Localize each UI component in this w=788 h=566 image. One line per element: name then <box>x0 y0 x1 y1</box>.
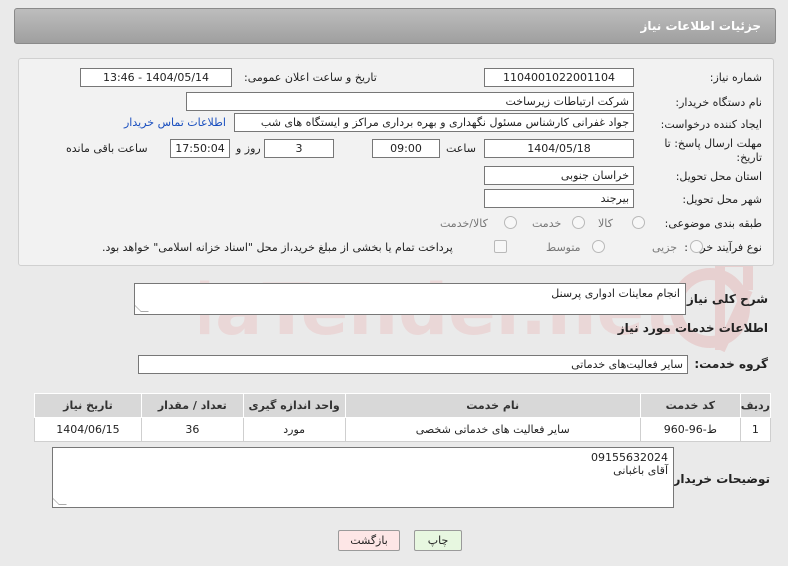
city-field: بیرجند <box>484 189 634 208</box>
days-field: 3 <box>264 139 334 158</box>
col-quantity: تعداد / مقدار <box>140 393 244 418</box>
deadline-time-field: 09:00 <box>372 139 440 158</box>
remaining-label: ساعت باقی مانده <box>66 142 148 155</box>
cell-service-code: ط-96-960 <box>639 417 741 442</box>
buyer-contact-link[interactable]: اطلاعات تماس خریدار <box>124 116 226 129</box>
process-radio-minor[interactable] <box>690 240 703 253</box>
details-panel <box>18 58 774 266</box>
summary-label: شرح کلی نیاز: <box>682 292 768 306</box>
category-label: طبقه بندی موضوعی: <box>664 217 762 230</box>
category-radio-goods-service[interactable] <box>504 216 517 229</box>
print-button[interactable]: چاپ <box>414 530 462 551</box>
category-option-goods: کالا <box>598 217 613 230</box>
service-group-label: گروه خدمت: <box>694 357 768 371</box>
resize-grip-icon <box>53 497 67 505</box>
col-service-name: نام خدمت <box>344 393 641 418</box>
summary-value: انجام معاینات ادواری پرسنل <box>551 287 680 300</box>
announce-field: 1404/05/14 - 13:46 <box>80 68 232 87</box>
province-label: استان محل تحویل: <box>675 170 762 183</box>
deadline-date-field: 1404/05/18 <box>484 139 634 158</box>
cell-need-date: 1404/06/15 <box>34 417 142 442</box>
time-label: ساعت <box>446 142 476 155</box>
creator-field: جواد غفرانی کارشناس مسئول نگهداری و بهره… <box>234 113 634 132</box>
buyer-org-field: شرکت ارتباطات زیرساخت <box>186 92 634 111</box>
days-label: روز و <box>236 142 261 155</box>
payment-note: پرداخت تمام یا بخشی از مبلغ خرید،از محل … <box>102 241 453 254</box>
buyer-notes-line-1: 09155632024 <box>591 451 668 464</box>
table-header-row: ردیف کد خدمت نام خدمت واحد اندازه گیری ت… <box>34 393 772 418</box>
process-option-minor: جزیی <box>652 241 678 254</box>
col-service-code: کد خدمت <box>639 393 741 418</box>
deadline-label-date: تاریخ: <box>736 151 762 164</box>
category-radio-goods[interactable] <box>632 216 645 229</box>
back-button[interactable]: بازگشت <box>338 530 400 551</box>
remaining-time-field: 17:50:04 <box>170 139 230 158</box>
buyer-notes-line-2: آقای باغبانی <box>613 464 668 477</box>
page-title: جزئیات اطلاعات نیاز <box>640 19 761 33</box>
need-number-field: 1104001022001104 <box>484 68 634 87</box>
city-label: شهر محل تحویل: <box>682 193 762 206</box>
resize-grip-icon <box>135 304 149 312</box>
cell-quantity: 36 <box>140 417 244 442</box>
buyer-notes-textarea: 09155632024 آقای باغبانی <box>52 447 674 508</box>
summary-textarea: انجام معاینات ادواری پرسنل <box>134 283 686 315</box>
announce-label: تاریخ و ساعت اعلان عمومی: <box>244 71 377 84</box>
province-field: خراسان جنوبی <box>484 166 634 185</box>
category-radio-service[interactable] <box>572 216 585 229</box>
service-group-field: سایر فعالیت‌های خدماتی <box>138 355 688 374</box>
treasury-checkbox[interactable] <box>494 240 507 253</box>
buyer-notes-label: توضیحات خریدار: <box>668 472 770 486</box>
table-row: 1 ط-96-960 سایر فعالیت های خدماتی شخصی م… <box>34 417 772 442</box>
cell-row: 1 <box>739 417 772 442</box>
cell-unit: مورد <box>242 417 346 442</box>
process-option-medium: متوسط <box>546 241 581 254</box>
need-number-label: شماره نیاز: <box>709 71 762 84</box>
col-unit: واحد اندازه گیری <box>242 393 346 418</box>
buyer-org-label: نام دستگاه خریدار: <box>675 96 762 109</box>
col-row: ردیف <box>739 393 772 418</box>
creator-label: ایجاد کننده درخواست: <box>660 118 762 131</box>
category-option-service: خدمت <box>532 217 562 230</box>
category-option-goods-service: کالا/خدمت <box>440 217 488 230</box>
page-header: جزئیات اطلاعات نیاز <box>14 8 776 44</box>
services-table: ردیف کد خدمت نام خدمت واحد اندازه گیری ت… <box>34 393 772 442</box>
deadline-label: مهلت ارسال پاسخ: تا <box>664 137 762 150</box>
col-need-date: تاریخ نیاز <box>34 393 142 418</box>
process-radio-medium[interactable] <box>592 240 605 253</box>
services-section-title: اطلاعات خدمات مورد نیاز <box>617 321 768 335</box>
cell-service-name: سایر فعالیت های خدماتی شخصی <box>344 417 641 442</box>
